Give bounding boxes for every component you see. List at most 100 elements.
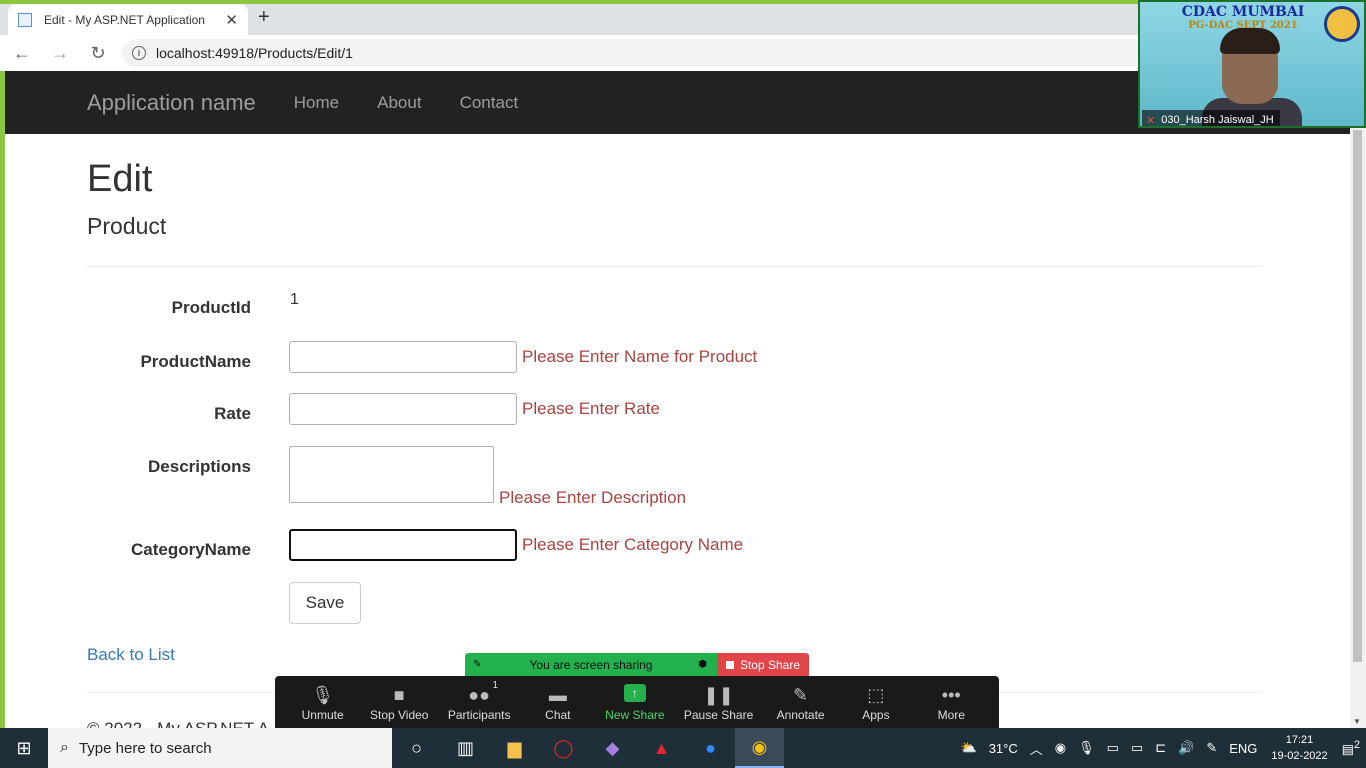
language-indicator[interactable]: ENG	[1229, 741, 1257, 756]
categoryname-input[interactable]	[289, 529, 517, 561]
clock-time: 17:21	[1285, 734, 1314, 746]
descriptions-textarea[interactable]	[289, 446, 494, 503]
page-favicon-icon	[18, 12, 32, 27]
zoom-app-icon[interactable]: ●	[686, 728, 735, 768]
new-share-button[interactable]: ↑ New Share	[605, 682, 665, 722]
taskbar-search[interactable]: ⌕ Type here to search	[48, 728, 392, 768]
productid-row: ProductId	[87, 298, 251, 318]
page-scrollbar[interactable]: ▼	[1350, 128, 1366, 728]
new-share-label: New Share	[605, 708, 665, 722]
productname-input[interactable]	[289, 341, 517, 373]
save-button[interactable]: Save	[289, 582, 361, 624]
categoryname-row: CategoryName	[87, 540, 251, 560]
taskbar-search-placeholder: Type here to search	[78, 739, 212, 757]
tab-title: Edit - My ASP.NET Application	[44, 12, 205, 27]
pin-icon: ✎	[473, 659, 482, 670]
banner-title: CDAC MUMBAI	[1181, 4, 1305, 20]
participants-button[interactable]: ●● 1 Participants	[447, 680, 511, 722]
scroll-down-arrow-icon[interactable]: ▼	[1353, 717, 1361, 726]
nav-link-contact[interactable]: Contact	[460, 93, 519, 113]
main-container: Edit Product	[5, 158, 1350, 267]
notifications-count: 2	[1353, 738, 1360, 751]
show-hidden-icons-icon[interactable]: ︿	[1030, 739, 1043, 758]
new-tab-icon[interactable]: +	[258, 6, 270, 29]
apps-icon: ⬚	[867, 684, 885, 705]
file-explorer-icon[interactable]: ▆	[490, 728, 539, 768]
sharing-status[interactable]: ✎ You are screen sharing ⬢	[465, 653, 717, 676]
productid-value: 1	[290, 291, 299, 308]
pen-icon[interactable]: ✎	[1206, 740, 1217, 756]
battery-icon[interactable]: ▭	[1131, 740, 1143, 756]
unmute-label: Unmute	[301, 708, 344, 722]
microphone-icon[interactable]: 🎙	[1078, 740, 1095, 756]
rate-input[interactable]	[289, 393, 517, 425]
share-arrow-icon: ↑	[623, 684, 646, 702]
record-icon[interactable]: ◉	[1055, 740, 1066, 756]
participant-hair	[1220, 28, 1280, 54]
windows-start-icon[interactable]: ⊞	[0, 728, 48, 768]
unmute-button[interactable]: 🎙 Unmute	[295, 682, 351, 723]
network-icon[interactable]: ⊏	[1155, 740, 1166, 756]
visual-studio-icon[interactable]: ◆	[588, 728, 637, 768]
temperature[interactable]: 31°C	[989, 741, 1018, 756]
pause-share-button[interactable]: ❚❚ Pause Share	[683, 682, 754, 723]
clock-date: 19-02-2022	[1271, 750, 1328, 762]
participants-label: Participants	[447, 708, 511, 722]
meet-now-icon[interactable]: ▭	[1107, 740, 1119, 756]
stop-share-label: Stop Share	[739, 657, 801, 672]
nav-link-about[interactable]: About	[377, 93, 421, 113]
participant-name: 030_Harsh Jaiswal_JH	[1161, 114, 1274, 126]
acrobat-icon[interactable]: ▲	[637, 728, 686, 768]
chat-button[interactable]: ▬ Chat	[530, 682, 586, 723]
tab-close-icon[interactable]: ✕	[225, 11, 238, 29]
divider	[87, 266, 1262, 267]
taskbar-clock[interactable]: 17:21 19-02-2022	[1271, 732, 1327, 764]
volume-icon[interactable]: 🔊	[1178, 740, 1194, 756]
descriptions-error: Please Enter Description	[499, 488, 687, 507]
back-to-list-link[interactable]: Back to List	[87, 645, 175, 665]
stop-square-icon	[725, 660, 734, 669]
chrome-icon[interactable]: ◉	[735, 728, 784, 768]
muted-mic-icon: ✕	[1146, 114, 1156, 127]
more-button[interactable]: ••• More	[923, 682, 979, 723]
categoryname-label: CategoryName	[131, 540, 251, 559]
pause-share-label: Pause Share	[683, 708, 754, 722]
page-title: Edit	[87, 158, 153, 200]
address-url: localhost:49918/Products/Edit/1	[156, 45, 353, 61]
muted-microphone-icon: 🎙	[311, 684, 335, 705]
zoom-video-tile[interactable]: CDAC MUMBAI PG-DAC SEPT 2021 ✕ 030_Harsh…	[1138, 0, 1366, 128]
descriptions-label: Descriptions	[148, 457, 251, 476]
stop-share-button[interactable]: Stop Share	[717, 653, 809, 676]
annotate-button[interactable]: ✎ Annotate	[773, 682, 829, 723]
productname-row: ProductName	[87, 352, 251, 372]
forward-arrow-icon[interactable]: →	[44, 37, 76, 69]
weather-icon[interactable]: ⛅	[961, 740, 977, 756]
windows-taskbar: ⊞ ⌕ Type here to search ○ ▥ ▆ ◯ ◆ ▲ ● ◉ …	[0, 728, 1366, 768]
sharing-status-text: You are screen sharing	[529, 657, 653, 672]
apps-button[interactable]: ⬚ Apps	[848, 682, 904, 723]
zoom-control-bar: 🎙 Unmute ■ Stop Video ●● 1 Participants ▬…	[275, 676, 999, 728]
participants-count: 1	[492, 680, 499, 691]
more-label: More	[937, 708, 965, 722]
annotate-label: Annotate	[776, 708, 825, 722]
chat-bubble-icon: ▬	[548, 684, 567, 705]
site-info-icon[interactable]: i	[132, 46, 146, 60]
cortana-icon[interactable]: ○	[392, 728, 441, 768]
rate-label: Rate	[214, 404, 251, 423]
nav-link-home[interactable]: Home	[294, 93, 339, 113]
shield-icon: ⬢	[698, 659, 707, 670]
address-bar[interactable]: i localhost:49918/Products/Edit/1	[122, 39, 1152, 67]
browser-tab[interactable]: Edit - My ASP.NET Application ✕	[8, 4, 248, 35]
reload-icon[interactable]: ↻	[82, 37, 114, 69]
notifications-icon[interactable]: ▤2	[1342, 739, 1360, 757]
rate-row: Rate	[87, 404, 251, 424]
back-arrow-icon[interactable]: ←	[6, 37, 38, 69]
categoryname-error: Please Enter Category Name	[522, 535, 744, 554]
scrollbar-thumb[interactable]	[1353, 130, 1362, 662]
opera-icon[interactable]: ◯	[539, 728, 588, 768]
participant-name-bar: ✕ 030_Harsh Jaiswal_JH	[1142, 110, 1280, 127]
stop-video-button[interactable]: ■ Stop Video	[370, 682, 429, 723]
web-page: Application name Home About Contact Edit…	[5, 71, 1350, 728]
task-view-icon[interactable]: ▥	[441, 728, 490, 768]
navbar-brand[interactable]: Application name	[87, 90, 256, 116]
